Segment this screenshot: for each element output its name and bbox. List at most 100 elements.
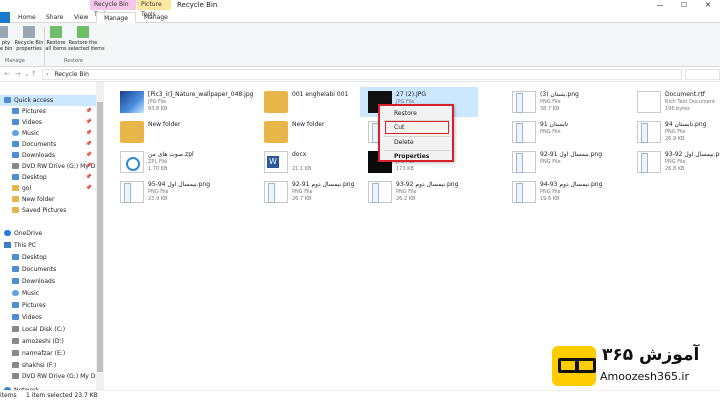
file-item[interactable]: [Pic3_ir]_Nature_wallpaper_048.jpg JPG Fi… [112,87,253,117]
downloads-icon [12,152,19,158]
sidebar-item-label: Quick access [14,97,54,104]
ribbon: pty e bin Recycle Bin properties Restore… [0,23,720,67]
file-size: 173 KB [396,166,414,172]
sidebar-item-videos[interactable]: Videos [0,312,96,323]
context-menu-separator [384,150,450,151]
back-arrow-icon[interactable]: ← [4,70,10,78]
sidebar-item-pictures[interactable]: Pictures 📌 [0,106,96,117]
sidebar-item-quick-access[interactable]: Quick access [0,95,96,106]
sidebar-item-this-pc[interactable]: This PC [0,240,96,251]
file-item[interactable]: New folder [256,117,374,147]
sidebar-item-amozeshi-d[interactable]: amozeshi (D:) [0,336,96,347]
tab-home[interactable]: Home [18,12,36,23]
context-menu-delete[interactable]: Delete [394,138,414,148]
up-arrow-icon[interactable]: ↑ [31,70,37,78]
file-size: 19.6 KB [540,196,560,202]
ribbon-group-restore: Restore [64,58,83,64]
file-item[interactable]: نیمسال اول 94-95.png PNG File 23.9 KB [112,177,230,207]
address-bar: ← → ⌄ ↑ › Recycle Bin [0,67,720,82]
sidebar-item-saved-pictures[interactable]: Saved Pictures [0,205,96,216]
file-thumbnail [512,121,536,143]
sidebar-item-music[interactable]: Music 📌 [0,128,96,139]
file-item[interactable]: نیمسال اول 92-93.pngPNG File26.8 KB [629,147,720,177]
pin-icon: 📌 [85,119,92,125]
sidebar-item-label: gol [22,185,32,192]
file-name: نیمسال دوم 93-94.png [540,181,603,188]
file-size: 26.8 KB [665,166,685,172]
pin-icon: 📌 [85,141,92,147]
context-menu-restore[interactable]: Restore [394,109,417,119]
file-item[interactable]: تابستان 94.png PNG File 26.9 KB [629,117,720,147]
sidebar-item-label: Documents [22,141,57,148]
file-item[interactable]: New folder [112,117,230,147]
context-menu-properties[interactable]: Properties [394,152,429,162]
scrollbar-thumb[interactable] [97,102,103,372]
disk-icon [12,362,19,368]
sidebar-item-documents[interactable]: Documents [0,264,96,275]
navigation-scrollbar[interactable] [96,82,104,390]
file-item[interactable]: تابستان 91 PNG File [504,117,622,147]
file-thumbnail [637,91,661,113]
picture-tools-context-tab[interactable]: Picture Tools [137,0,171,18]
sidebar-item-desktop[interactable]: Desktop [0,252,96,263]
sidebar-item-narmafzar-e[interactable]: narmafzar (E:) [0,348,96,359]
sidebar-item-pictures[interactable]: Pictures [0,300,96,311]
sidebar-item-dvd-rw-drive-g-my-disc[interactable]: DVD RW Drive (G:) My Disc 📌 [0,161,96,172]
breadcrumb-recycle-bin[interactable]: Recycle Bin [54,71,89,78]
close-button[interactable]: ✕ [696,0,720,10]
recycle-bin-tools-context-tab[interactable]: Recycle Bin Tools [90,0,136,18]
file-item[interactable]: نیمسال دوم 91-92.png PNG File 26.7 KB [256,177,374,207]
sidebar-item-videos[interactable]: Videos 📌 [0,117,96,128]
empty-recycle-bin-button[interactable]: pty e bin [0,26,12,52]
file-item[interactable]: نیمسال اول 91-92.png PNG File [504,147,622,177]
recent-locations-icon[interactable]: ⌄ [24,70,30,78]
file-item[interactable]: docx 21.1 KB [256,147,374,177]
file-item[interactable]: نیمسال دوم 93-94.png PNG File 19.6 KB [504,177,622,207]
maximize-button[interactable]: ☐ [672,0,696,10]
folder-icon [12,207,19,213]
folder-icon [12,185,19,191]
window-title: Recycle Bin [177,1,218,9]
recycle-bin-icon [0,26,8,38]
minimize-button[interactable]: — [648,0,672,10]
recycle-bin-properties-button[interactable]: Recycle Bin properties [14,26,44,52]
file-item[interactable]: بستان (3).png PNG File 38.7 KB [504,87,622,117]
file-name: نیمسال دوم 91-92.png [292,181,355,188]
sidebar-item-label: Downloads [22,152,55,159]
restore-selected-items-button[interactable]: Restore the selected items [68,26,105,52]
restore-selected-icon [77,26,89,38]
pin-icon: 📌 [85,130,92,136]
restore-all-items-button[interactable]: Restore all items [44,26,68,52]
sidebar-item-downloads[interactable]: Downloads [0,276,96,287]
sidebar-item-downloads[interactable]: Downloads 📌 [0,150,96,161]
file-item[interactable]: نیمسال دوم 92-93.png PNG File 26.2 KB [360,177,478,207]
sidebar-item-desktop[interactable]: Desktop 📌 [0,172,96,183]
sidebar-item-new-folder[interactable]: New folder [0,194,96,205]
sidebar-item-music[interactable]: Music [0,288,96,299]
tab-view[interactable]: View [74,12,88,23]
file-size: 26.9 KB [665,136,685,142]
address-field[interactable]: › Recycle Bin [42,69,682,80]
tab-manage-picture[interactable]: Manage [144,12,168,23]
tab-share[interactable]: Share [46,12,63,23]
folder-icon [12,196,19,202]
file-item[interactable]: 001 enghelabi 001 [256,87,374,117]
file-name: docx [292,151,307,158]
file-thumbnail [368,181,392,203]
sidebar-item-local-disk-c[interactable]: Local Disk (C:) [0,324,96,335]
sidebar-item-shakhsi-f[interactable]: shakhsi (F:) [0,360,96,371]
context-menu-cut[interactable]: Cut [394,123,404,133]
file-type: PNG File [396,189,417,195]
sidebar-item-dvd-rw-drive-g-my-disc[interactable]: DVD RW Drive (G:) My Disc [0,371,96,382]
sidebar-item-documents[interactable]: Documents 📌 [0,139,96,150]
sidebar-item-onedrive[interactable]: OneDrive [0,228,96,239]
file-item[interactable]: صوت های من.zpl ZPL File 1.70 KB [112,147,230,177]
file-item[interactable]: Document.rtf Rich Text Document 196 bytes [629,87,720,117]
logo-text-persian: آموزش ۳۶۵ [602,345,700,365]
search-input[interactable] [685,69,720,80]
forward-arrow-icon[interactable]: → [15,70,21,78]
tab-file[interactable] [0,12,10,23]
sidebar-item-gol[interactable]: gol 📌 [0,183,96,194]
file-type: PNG File [665,129,686,135]
watermark-logo: آموزش ۳۶۵ Amoozesh365.ir [548,340,720,400]
